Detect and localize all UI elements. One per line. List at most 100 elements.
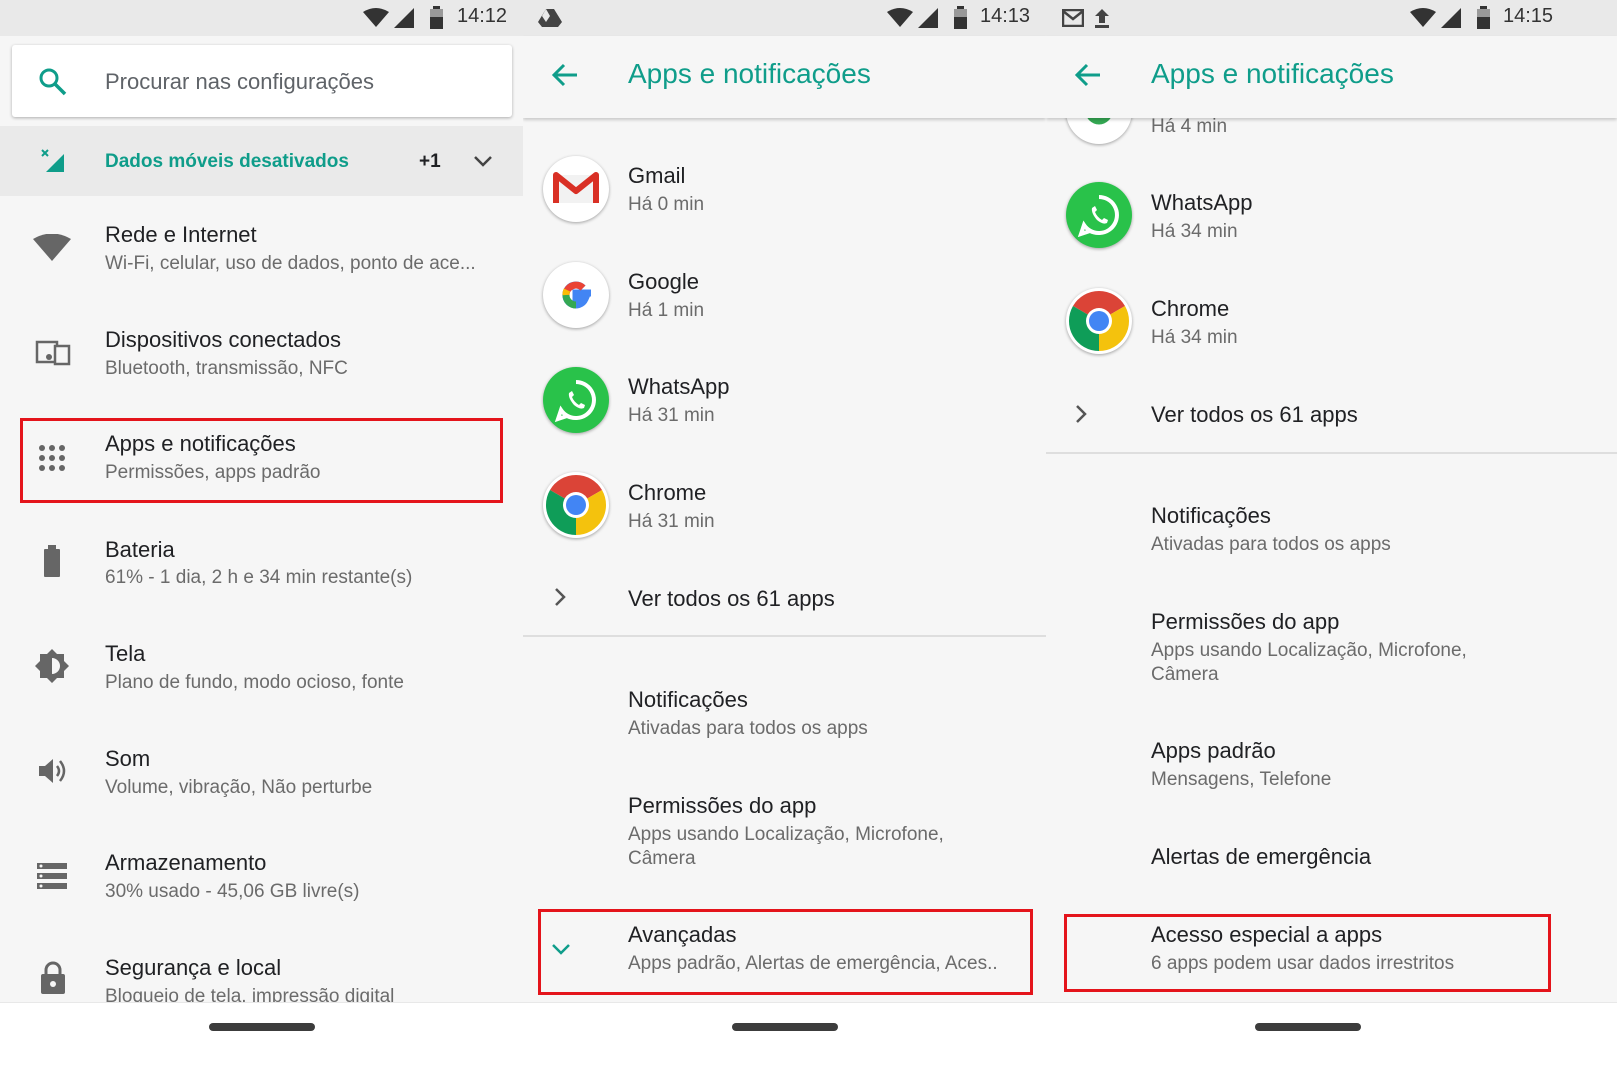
setting-title[interactable]: Permissões do app <box>628 793 816 819</box>
app-time: Há 0 min <box>628 194 705 215</box>
app-bar: Apps e notificações <box>523 36 1046 118</box>
volume-icon <box>39 759 66 783</box>
status-time: 14:15 <box>1503 5 1554 27</box>
setting-title[interactable]: Apps padrão <box>1151 738 1276 764</box>
see-all-apps-link[interactable]: Ver todos os 61 apps <box>628 586 835 612</box>
home-pill[interactable] <box>732 1023 838 1031</box>
see-all-apps-link[interactable]: Ver todos os 61 apps <box>1151 402 1358 428</box>
settings-list: Rede e Internet Wi-Fi, celular, uso de d… <box>0 196 523 1002</box>
setting-title[interactable]: Notificações <box>1151 503 1271 529</box>
item-title[interactable]: Dispositivos conectados <box>105 327 341 353</box>
search-bar[interactable]: Procurar nas configurações <box>12 45 512 117</box>
item-subtitle: 61% - 1 dia, 2 h e 34 min restante(s) <box>105 567 413 588</box>
wifi-icon <box>33 234 71 261</box>
setting-subtitle-line2: Câmera <box>1151 664 1219 685</box>
app-name[interactable]: Chrome <box>628 480 706 506</box>
email-icon <box>1062 9 1084 27</box>
app-time: Há 31 min <box>628 511 715 532</box>
item-subtitle: Bloqueio de tela, impressão digital <box>105 986 395 1002</box>
wifi-signal-icon <box>887 8 913 27</box>
app-time: Há 34 min <box>1151 221 1238 242</box>
back-arrow-icon[interactable] <box>1074 62 1102 88</box>
app-name[interactable]: WhatsApp <box>1151 190 1253 216</box>
cell-signal-icon <box>918 8 938 28</box>
battery-status-icon <box>430 6 443 29</box>
setting-subtitle: Ativadas para todos os apps <box>1151 534 1391 555</box>
settings-main-screen: 14:12 Procurar nas configurações Dados m… <box>0 0 523 1079</box>
search-icon <box>39 68 67 96</box>
item-title[interactable]: Segurança e local <box>105 955 281 981</box>
item-title[interactable]: Rede e Internet <box>105 222 257 248</box>
item-subtitle: Bluetooth, transmissão, NFC <box>105 358 348 379</box>
home-pill[interactable] <box>1255 1023 1361 1031</box>
google-icon <box>543 262 609 328</box>
battery-status-icon <box>1477 6 1490 29</box>
item-subtitle: 30% usado - 45,06 GB livre(s) <box>105 881 360 902</box>
upload-icon <box>1095 9 1109 28</box>
item-subtitle: Volume, vibração, Não perturbe <box>105 777 373 798</box>
status-bar: 14:13 <box>523 0 1046 36</box>
item-subtitle: Wi-Fi, celular, uso de dados, ponto de a… <box>105 253 476 274</box>
gmail-icon <box>543 156 609 222</box>
banner-text: Dados móveis desativados <box>105 151 349 172</box>
google-icon <box>1066 118 1132 144</box>
status-bar: 14:15 <box>1046 0 1617 36</box>
apps-list: Há 4 min WhatsApp Há 34 min Chrome Há 34… <box>1046 118 1617 1002</box>
setting-title[interactable]: Notificações <box>628 687 748 713</box>
mobile-data-banner[interactable]: Dados móveis desativados +1 <box>0 126 523 196</box>
chevron-right-icon <box>1076 405 1087 423</box>
app-time: Há 34 min <box>1151 327 1238 348</box>
home-pill[interactable] <box>209 1023 315 1031</box>
chevron-right-icon <box>555 588 566 606</box>
app-name[interactable]: Chrome <box>1151 296 1229 322</box>
setting-subtitle: Mensagens, Telefone <box>1151 769 1332 790</box>
item-title[interactable]: Armazenamento <box>105 850 266 876</box>
highlight-box <box>20 418 503 503</box>
lock-icon <box>41 961 65 994</box>
whatsapp-icon <box>543 367 609 433</box>
item-title[interactable]: Tela <box>105 641 145 667</box>
item-subtitle: Plano de fundo, modo ocioso, fonte <box>105 672 404 693</box>
app-bar: Apps e notificações <box>1046 36 1617 118</box>
app-name[interactable]: Gmail <box>628 163 685 189</box>
chrome-icon <box>543 472 609 538</box>
search-placeholder: Procurar nas configurações <box>105 69 375 94</box>
back-arrow-icon[interactable] <box>551 62 579 88</box>
divider <box>523 635 1046 637</box>
status-bar: 14:12 <box>0 0 523 36</box>
divider <box>1046 452 1617 454</box>
setting-title[interactable]: Permissões do app <box>1151 609 1339 635</box>
app-name[interactable]: WhatsApp <box>628 374 730 400</box>
status-time: 14:12 <box>457 5 508 27</box>
navigation-bar <box>0 1002 523 1079</box>
status-time: 14:13 <box>980 5 1031 27</box>
item-title[interactable]: Som <box>105 746 150 772</box>
banner-count: +1 <box>419 151 441 172</box>
mobile-data-off-icon <box>41 149 64 172</box>
chevron-down-icon[interactable] <box>473 154 493 168</box>
battery-status-icon <box>954 6 967 29</box>
setting-subtitle: Ativadas para todos os apps <box>628 718 868 739</box>
storage-icon <box>37 863 67 889</box>
apps-notifications-screen: 14:13 Apps e notificações Gmail Há 0 min… <box>523 0 1046 1079</box>
navigation-bar <box>523 1002 1046 1079</box>
apps-list: Gmail Há 0 min Google Há 1 min WhatsApp … <box>523 118 1046 1002</box>
battery-icon <box>44 545 60 577</box>
setting-title[interactable]: Alertas de emergência <box>1151 844 1371 870</box>
setting-subtitle-line2: Câmera <box>628 848 696 869</box>
item-title[interactable]: Bateria <box>105 537 175 563</box>
app-time: Há 1 min <box>628 300 705 321</box>
app-time: Há 31 min <box>628 405 715 426</box>
wifi-signal-icon <box>363 8 389 27</box>
page-title: Apps e notificações <box>628 58 871 89</box>
apps-notifications-advanced-screen: 14:15 Apps e notificações Há 4 min Whats… <box>1046 0 1617 1079</box>
drive-icon <box>538 9 562 27</box>
setting-subtitle: Apps usando Localização, Microfone, <box>1151 640 1467 661</box>
app-name[interactable]: Google <box>628 269 699 295</box>
whatsapp-icon <box>1066 182 1132 248</box>
setting-subtitle: Apps usando Localização, Microfone, <box>628 824 944 845</box>
app-time: Há 4 min <box>1151 118 1228 137</box>
devices-icon <box>35 340 71 366</box>
highlight-box <box>1064 914 1551 992</box>
cell-signal-icon <box>394 8 414 28</box>
